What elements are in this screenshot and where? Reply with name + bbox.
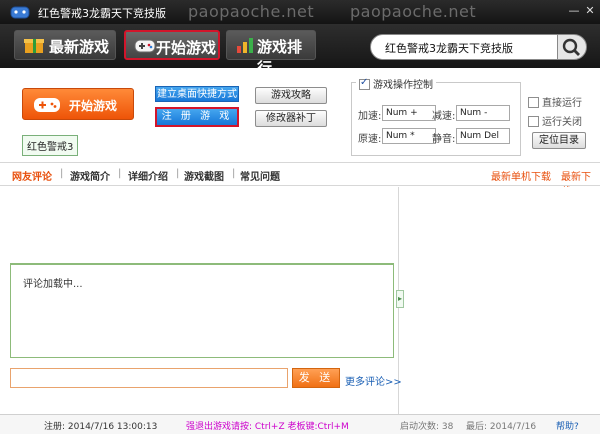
modifier-patch-button[interactable]: 修改器补丁 <box>255 110 327 127</box>
register-game-button[interactable]: 注 册 游 戏 <box>155 107 239 127</box>
key-label: 减速: <box>432 111 456 122</box>
help-link[interactable]: 帮助? <box>556 419 579 432</box>
close-button[interactable]: ✕ <box>582 4 598 18</box>
tab-screenshots[interactable]: 游戏截图 <box>184 168 224 183</box>
watermark-text: paopaoche.net <box>350 2 477 21</box>
tab-separator: | <box>60 168 64 179</box>
gift-box-icon <box>24 39 44 53</box>
tab-comments[interactable]: 网友评论 <box>12 168 52 183</box>
tab-separator: | <box>232 168 236 179</box>
game-tag[interactable]: 红色警戒3 <box>22 135 79 156</box>
minimize-button[interactable]: — <box>566 4 582 18</box>
latest-standalone-link[interactable]: 最新单机下载 <box>491 168 551 183</box>
start-game-tab-button[interactable]: 开始游戏 <box>124 30 220 60</box>
status-bar: 注册: 2014/7/16 13:00:13 强退出游戏请按: Ctrl+Z 老… <box>0 414 600 434</box>
title-bar: 红色警戒3龙霸天下竞技版 paopaoche.net paopaoche.net… <box>0 0 600 24</box>
tab-details[interactable]: 详细介绍 <box>128 168 168 183</box>
register-time: 注册: 2014/7/16 13:00:13 <box>44 422 158 432</box>
tab-bar: 网友评论 | 游戏简介 | 详细介绍 | 游戏截图 | 常见问题 最新单机下载 … <box>0 162 600 198</box>
run-close-option[interactable]: 运行关闭 <box>528 113 582 128</box>
latest-games-button[interactable]: 最新游戏 <box>14 30 116 60</box>
gamepad-icon <box>34 98 60 112</box>
key-label: 静音: <box>432 134 456 145</box>
search-icon <box>562 38 580 56</box>
app-icon <box>10 6 30 19</box>
comment-box: 评论加载中... <box>10 263 394 358</box>
game-panel: 开始游戏 红色警戒3 建立桌面快捷方式 注 册 游 戏 游戏攻略 修改器补丁 游… <box>0 68 600 162</box>
send-button[interactable]: 发 送 <box>292 368 340 388</box>
comments-area: ▸ 评论加载中... 发 送 更多评论>> <box>0 187 600 414</box>
last-launch: 最后: 2014/7/16 <box>466 422 537 432</box>
mute-key-field[interactable]: Num Del <box>456 128 510 144</box>
launch-count: 启动次数: 38 <box>400 422 454 432</box>
search-input[interactable]: 红色警戒3龙霸天下竞技版 <box>370 34 558 60</box>
normal-speed-key-field[interactable]: Num * <box>382 128 436 144</box>
top-toolbar: 最新游戏 开始游戏 游戏排行 红色警戒3龙霸天下竞技版 <box>0 24 600 77</box>
slow-down-key-field[interactable]: Num - <box>456 105 510 121</box>
control-title[interactable]: 游戏操作控制 <box>356 76 436 91</box>
tab-separator: | <box>118 168 122 179</box>
expand-handle[interactable]: ▸ <box>396 290 404 308</box>
create-shortcut-button[interactable]: 建立桌面快捷方式 <box>155 86 239 102</box>
watermark-text: paopaoche.net <box>188 2 315 21</box>
comment-input[interactable] <box>10 368 288 388</box>
game-ranking-button[interactable]: 游戏排行 <box>226 30 316 77</box>
hotkey-hint: 强退出游戏请按: Ctrl+Z 老板键:Ctrl+M <box>186 422 349 432</box>
bar-chart-icon <box>237 38 253 53</box>
tab-intro[interactable]: 游戏简介 <box>70 168 110 183</box>
gamepad-icon <box>134 39 156 53</box>
speed-up-key-field[interactable]: Num + <box>382 105 436 121</box>
search-button[interactable] <box>557 34 587 60</box>
locate-directory-button[interactable]: 定位目录 <box>532 132 586 149</box>
more-comments-link[interactable]: 更多评论>> <box>345 373 402 388</box>
loading-text: 评论加载中... <box>23 279 83 290</box>
tab-faq[interactable]: 常见问题 <box>240 168 280 183</box>
game-guide-button[interactable]: 游戏攻略 <box>255 87 327 104</box>
key-label: 原速: <box>358 134 382 145</box>
direct-run-checkbox[interactable] <box>528 97 539 108</box>
tab-separator: | <box>176 168 180 179</box>
direct-run-option[interactable]: 直接运行 <box>528 94 582 109</box>
run-close-checkbox[interactable] <box>528 116 539 127</box>
key-label: 加速: <box>358 111 382 122</box>
start-game-button[interactable]: 开始游戏 <box>22 88 134 120</box>
window-title: 红色警戒3龙霸天下竞技版 <box>38 7 166 20</box>
control-checkbox[interactable] <box>359 77 370 90</box>
